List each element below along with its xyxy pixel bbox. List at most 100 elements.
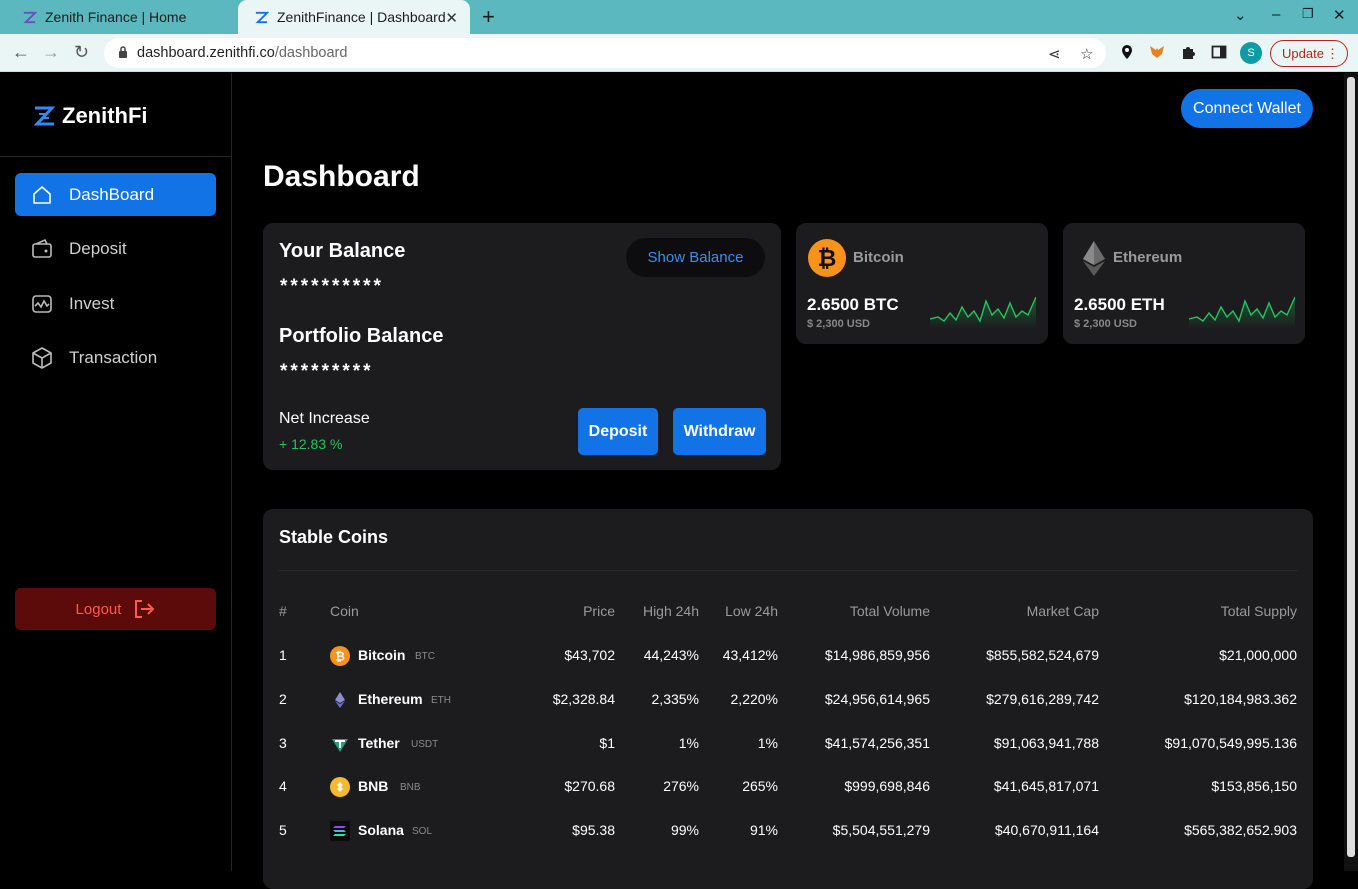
sidebar-item-invest[interactable]: Invest bbox=[15, 282, 216, 325]
location-pin-icon[interactable] bbox=[1119, 44, 1135, 60]
restore-button[interactable]: ❐ bbox=[1302, 6, 1314, 22]
browser-tab-dashboard[interactable]: ZenithFinance | Dashboard ✕ bbox=[238, 0, 470, 34]
show-balance-button[interactable]: Show Balance bbox=[626, 238, 765, 277]
cube-icon bbox=[32, 346, 52, 369]
table-row[interactable]: 4 BNB BNB $270.68 276% 265% $999,698,846… bbox=[263, 777, 1313, 822]
svg-text:₿: ₿ bbox=[818, 246, 837, 272]
sidebar-item-label: DashBoard bbox=[69, 184, 155, 204]
url-host: dashboard.zenithfi.co bbox=[137, 45, 275, 61]
brand-logo[interactable]: ZenithFi bbox=[32, 103, 148, 129]
portfolio-balance-value: ********* bbox=[280, 361, 374, 382]
column-header-low: Low 24h bbox=[725, 603, 778, 619]
sidebar-item-deposit[interactable]: Deposit bbox=[15, 227, 216, 270]
page-scrollbar[interactable] bbox=[1344, 73, 1358, 871]
coin-price: $2,328.84 bbox=[552, 691, 615, 707]
column-header-coin: Coin bbox=[330, 603, 359, 619]
forward-button[interactable]: → bbox=[42, 42, 60, 63]
zenith-favicon-icon bbox=[255, 11, 269, 23]
connect-wallet-button[interactable]: Connect Wallet bbox=[1181, 89, 1313, 128]
zenith-favicon-icon bbox=[23, 11, 37, 23]
row-rank: 4 bbox=[279, 778, 287, 794]
sidebar-item-label: Deposit bbox=[69, 238, 127, 258]
deposit-button[interactable]: Deposit bbox=[578, 408, 658, 455]
coin-supply: $120,184,983.362 bbox=[1184, 691, 1297, 707]
extensions-puzzle-icon[interactable] bbox=[1180, 44, 1196, 60]
url-path: /dashboard bbox=[274, 45, 348, 61]
coin-market-cap: $40,670,911,164 bbox=[994, 822, 1099, 838]
bookmark-star-icon[interactable]: ☆ bbox=[1080, 45, 1093, 63]
home-icon bbox=[33, 185, 51, 204]
coin-name: Bitcoin bbox=[853, 249, 904, 266]
metamask-fox-icon[interactable] bbox=[1149, 44, 1165, 60]
close-window-button[interactable]: ✕ bbox=[1333, 6, 1346, 24]
side-panel-icon[interactable] bbox=[1211, 44, 1227, 60]
solana-icon bbox=[330, 821, 350, 841]
scrollbar-thumb[interactable] bbox=[1347, 77, 1355, 857]
coin-high: 44,243% bbox=[643, 647, 699, 663]
coin-high: 276% bbox=[663, 778, 699, 794]
brand-name: ZenithFi bbox=[62, 103, 148, 128]
share-icon[interactable]: ⋖ bbox=[1048, 45, 1061, 63]
ethereum-icon bbox=[1083, 241, 1105, 276]
url-text: dashboard.zenithfi.co/dashboard bbox=[137, 45, 347, 61]
coin-supply: $565,382,652.903 bbox=[1184, 822, 1297, 838]
coin-supply: $153,856,150 bbox=[1211, 778, 1297, 794]
coin-volume: $41,574,256,351 bbox=[824, 735, 930, 751]
minimize-button[interactable]: – bbox=[1272, 6, 1280, 23]
bitcoin-card[interactable]: ₿ Bitcoin 2.6500 BTC $ 2,300 USD bbox=[796, 223, 1048, 344]
table-row[interactable]: 1 ₿ Bitcoin BTC $43,702 44,243% 43,412% … bbox=[263, 646, 1313, 691]
coin-symbol: SOL bbox=[412, 826, 433, 837]
more-menu-icon[interactable]: ⋮ bbox=[1326, 41, 1339, 66]
sidebar-divider bbox=[0, 156, 231, 157]
table-row[interactable]: 5 Solana SOL $95.38 99% 91% $5,504,551,2… bbox=[263, 821, 1313, 866]
coin-volume: $14,986,859,956 bbox=[824, 647, 930, 663]
table-row[interactable]: 3 Tether USDT $1 1% 1% $41,574,256,351 $… bbox=[263, 735, 1313, 779]
coin-high: 1% bbox=[678, 735, 699, 751]
tab-title: ZenithFinance | Dashboard bbox=[277, 9, 446, 25]
coin-high: 99% bbox=[670, 822, 699, 838]
coin-symbol: BTC bbox=[415, 651, 435, 662]
browser-tab-home[interactable]: Zenith Finance | Home bbox=[6, 0, 236, 34]
tab-search-chevron-icon[interactable]: ⌄ bbox=[1234, 6, 1247, 24]
new-tab-button[interactable]: + bbox=[482, 4, 495, 30]
update-button[interactable]: Update ⋮ bbox=[1270, 40, 1348, 67]
sidebar-item-transaction[interactable]: Transaction bbox=[15, 336, 216, 379]
back-button[interactable]: ← bbox=[12, 42, 30, 63]
profile-avatar[interactable]: S bbox=[1240, 42, 1262, 64]
coin-symbol: BNB bbox=[400, 782, 421, 793]
coin-market-cap: $91,063,941,788 bbox=[993, 735, 1099, 751]
close-tab-icon[interactable]: ✕ bbox=[445, 9, 458, 27]
withdraw-button[interactable]: Withdraw bbox=[673, 408, 766, 455]
row-rank: 3 bbox=[279, 735, 287, 751]
sidebar-item-dashboard[interactable]: DashBoard bbox=[15, 173, 216, 216]
url-field[interactable]: dashboard.zenithfi.co/dashboard ⋖ ☆ bbox=[104, 38, 1106, 68]
tab-title: Zenith Finance | Home bbox=[45, 9, 187, 25]
bitcoin-icon: ₿ bbox=[808, 239, 846, 277]
bitcoin-icon: ₿ bbox=[330, 646, 350, 666]
coin-amount: 2.6500 BTC bbox=[807, 295, 899, 314]
coin-low: 1% bbox=[757, 735, 778, 751]
sidebar: ZenithFi DashBoard Deposit Invest Transa… bbox=[0, 73, 232, 871]
coin-usd-value: $ 2,300 USD bbox=[1074, 318, 1137, 330]
coin-name: Bitcoin bbox=[358, 647, 406, 663]
chart-icon bbox=[32, 294, 52, 313]
your-balance-value: ********** bbox=[280, 276, 384, 297]
your-balance-label: Your Balance bbox=[279, 240, 406, 262]
column-header-supply: Total Supply bbox=[1220, 603, 1297, 619]
coin-low: 91% bbox=[749, 822, 778, 838]
sidebar-item-label: Transaction bbox=[69, 347, 158, 367]
column-header-market-cap: Market Cap bbox=[1026, 603, 1099, 619]
column-header-high: High 24h bbox=[642, 603, 699, 619]
ethereum-card[interactable]: Ethereum 2.6500 ETH $ 2,300 USD bbox=[1063, 223, 1305, 344]
address-bar: ← → ↻ dashboard.zenithfi.co/dashboard ⋖ … bbox=[0, 34, 1358, 72]
table-title: Stable Coins bbox=[279, 527, 389, 547]
coin-amount: 2.6500 ETH bbox=[1074, 295, 1165, 314]
coin-name: Solana bbox=[358, 822, 404, 838]
coin-volume: $24,956,614,965 bbox=[824, 691, 930, 707]
row-rank: 1 bbox=[279, 647, 287, 663]
reload-button[interactable]: ↻ bbox=[74, 42, 89, 63]
logout-button[interactable]: Logout bbox=[15, 588, 216, 630]
table-row[interactable]: 2 Ethereum ETH $2,328.84 2,335% 2,220% $… bbox=[263, 691, 1313, 735]
coin-name: Ethereum bbox=[358, 691, 423, 707]
wallet-icon bbox=[32, 238, 52, 258]
